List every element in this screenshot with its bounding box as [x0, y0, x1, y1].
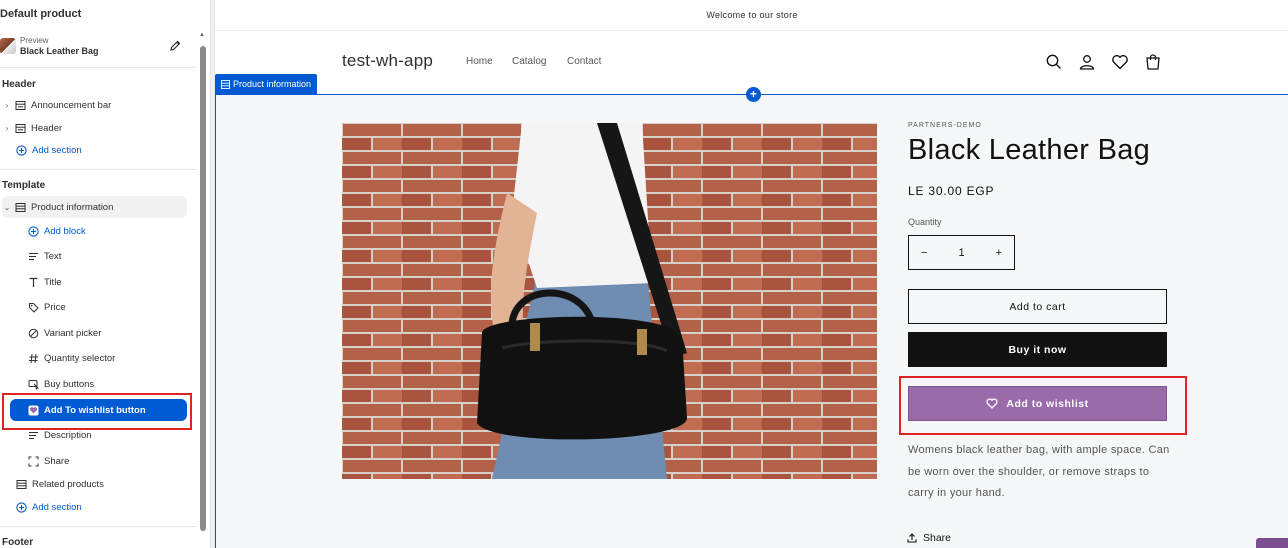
block-description[interactable]: Description	[27, 424, 92, 446]
block-label: Quantity selector	[44, 352, 116, 364]
block-label: Share	[44, 455, 70, 467]
product-image[interactable]	[342, 123, 877, 479]
nav-home[interactable]: Home	[466, 56, 493, 67]
theme-editor-sidebar: Default product Preview Black Leather Ba…	[0, 0, 211, 548]
block-label: Text	[44, 250, 62, 262]
block-price[interactable]: Price	[27, 296, 66, 318]
share-icon	[907, 533, 917, 543]
divider	[0, 67, 196, 68]
template-group-title: Template	[2, 180, 46, 191]
add-section-button-template[interactable]: Add section	[15, 496, 82, 518]
plus-circle-icon	[27, 225, 39, 237]
hash-icon	[27, 352, 39, 364]
nav-catalog[interactable]: Catalog	[512, 56, 546, 67]
chevron-right-icon[interactable]: ›	[2, 124, 12, 133]
block-label: Variant picker	[44, 327, 102, 339]
text-icon	[27, 250, 39, 262]
cursor-icon	[27, 378, 39, 390]
block-label: Price	[44, 301, 66, 313]
quantity-value[interactable]: 1	[958, 247, 964, 259]
sidebar-item-header[interactable]: › Header	[2, 117, 63, 139]
block-buy-buttons[interactable]: Buy buttons	[27, 373, 94, 395]
add-to-cart-button[interactable]: Add to cart	[908, 289, 1167, 324]
template-title: Default product	[0, 8, 82, 20]
scroll-up-arrow-icon[interactable]: ▲	[199, 32, 205, 38]
section-label-text: Product information	[233, 79, 312, 89]
preview-product-selector[interactable]: Preview Black Leather Bag	[0, 34, 195, 62]
product-vendor: PARTNERS-DEMO	[908, 122, 982, 129]
store-logo[interactable]: test-wh-app	[342, 51, 433, 71]
product-description: Womens black leather bag, with ample spa…	[908, 444, 1170, 499]
chevron-down-icon[interactable]: ⌄	[2, 203, 12, 212]
add-section-plus-icon[interactable]: +	[746, 87, 761, 102]
share-label: Share	[923, 532, 952, 544]
nav-contact[interactable]: Contact	[567, 56, 601, 67]
divider	[0, 526, 196, 527]
chevron-right-icon[interactable]: ›	[2, 101, 12, 110]
block-label: Buy buttons	[44, 378, 95, 390]
section-icon	[15, 478, 27, 490]
plus-icon[interactable]: +	[996, 247, 1002, 259]
plus-circle-icon	[15, 501, 27, 513]
account-icon[interactable]	[1078, 53, 1096, 71]
share-button[interactable]: Share	[907, 532, 951, 544]
minus-icon[interactable]: −	[921, 247, 927, 259]
variant-icon	[27, 327, 39, 339]
sidebar-item-label: Related products	[32, 478, 104, 490]
sidebar-scrollbar[interactable]	[200, 46, 206, 531]
sidebar-item-label: Product information	[31, 201, 114, 213]
block-label: Description	[44, 429, 92, 441]
text-icon	[27, 429, 39, 441]
section-icon	[221, 79, 230, 89]
store-preview: Welcome to our store test-wh-app Home Ca…	[214, 0, 1288, 548]
product-price: LE 30.00 EGP	[908, 184, 995, 198]
divider	[0, 169, 196, 170]
section-icon	[14, 99, 26, 111]
add-section-label: Add section	[32, 501, 82, 513]
add-section-button-header[interactable]: Add section	[15, 139, 82, 161]
header-group-title: Header	[2, 79, 36, 90]
heart-icon[interactable]	[1111, 53, 1129, 71]
product-title: Black Leather Bag	[908, 134, 1151, 166]
block-quantity-selector[interactable]: Quantity selector	[27, 347, 115, 369]
title-icon	[27, 276, 39, 288]
section-label-tag[interactable]: Product information	[215, 74, 318, 94]
search-icon[interactable]	[1045, 53, 1063, 71]
footer-group-title: Footer	[2, 537, 34, 548]
highlight-box-wishlist	[899, 376, 1187, 435]
block-label: Title	[44, 276, 62, 288]
add-section-label: Add section	[32, 144, 82, 156]
sidebar-item-label: Announcement bar	[31, 99, 112, 111]
block-share[interactable]: Share	[27, 450, 69, 472]
block-variant-picker[interactable]: Variant picker	[27, 322, 101, 344]
add-block-button[interactable]: Add block	[27, 220, 86, 242]
share-frame-icon	[27, 455, 39, 467]
price-tag-icon	[27, 301, 39, 313]
pencil-icon[interactable]	[168, 39, 182, 53]
section-icon	[14, 122, 26, 134]
buy-it-now-button[interactable]: Buy it now	[908, 332, 1167, 367]
product-thumbnail	[0, 38, 16, 54]
add-block-label: Add block	[44, 225, 86, 237]
preview-product-name: Black Leather Bag	[20, 46, 99, 56]
block-title[interactable]: Title	[27, 271, 62, 293]
sidebar-item-announcement-bar[interactable]: › Announcement bar	[2, 94, 112, 116]
sidebar-item-product-information[interactable]: ⌄ Product information	[2, 196, 187, 218]
block-text[interactable]: Text	[27, 245, 61, 267]
preview-label: Preview	[20, 36, 49, 45]
announcement-bar: Welcome to our store	[215, 0, 1288, 31]
plus-circle-icon	[15, 144, 27, 156]
section-icon	[14, 201, 26, 213]
sidebar-item-label: Header	[31, 122, 63, 134]
sidebar-item-related-products[interactable]: Related products	[15, 473, 104, 495]
cart-icon[interactable]	[1144, 53, 1162, 71]
quantity-stepper[interactable]: − 1 +	[908, 235, 1015, 270]
app-launcher-badge[interactable]	[1256, 538, 1288, 548]
quantity-label: Quantity	[908, 217, 942, 227]
